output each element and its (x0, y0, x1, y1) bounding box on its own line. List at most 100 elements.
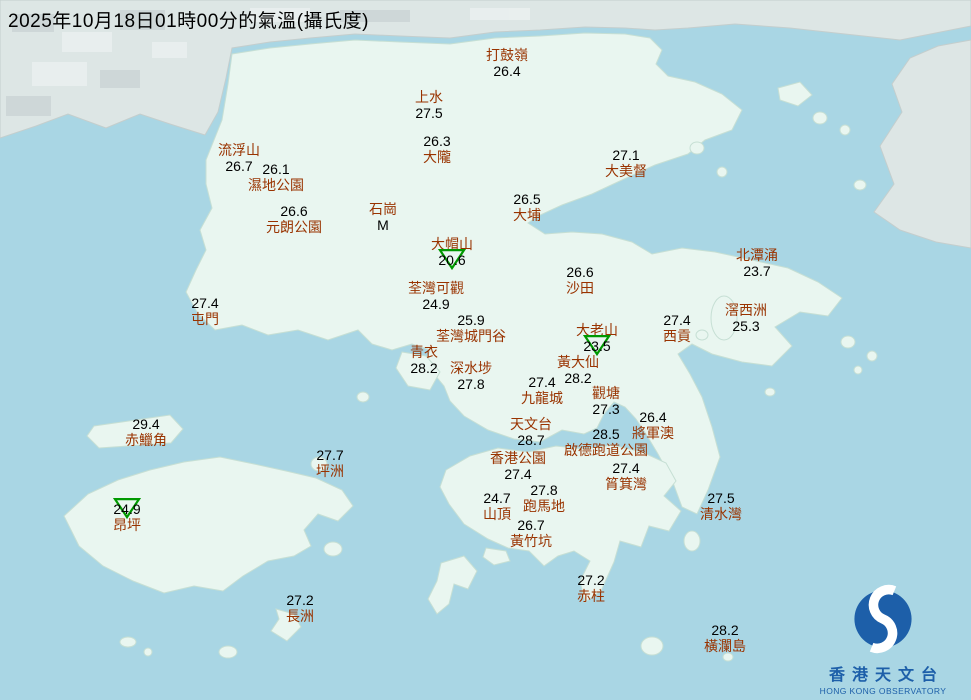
station-name: 清水灣 (700, 506, 742, 522)
temperature-map: 2025年10月18日01時00分的氣溫(攝氏度) 打鼓嶺26.4上水27.52… (0, 0, 971, 700)
station-山頂: 24.7山頂 (483, 490, 511, 522)
station-name: 香港公園 (490, 450, 546, 466)
station-name: 長洲 (286, 608, 314, 624)
station-temperature: 26.7 (510, 517, 552, 533)
station-坪洲: 27.7坪洲 (316, 447, 344, 479)
station-temperature: 26.6 (266, 203, 322, 219)
station-香港公園: 香港公園27.4 (490, 450, 546, 482)
station-temperature: 27.3 (592, 401, 620, 417)
station-temperature: 27.4 (521, 374, 563, 390)
station-name: 昂坪 (113, 517, 141, 533)
station-黃大仙: 黃大仙28.2 (557, 354, 599, 386)
station-name: 青衣 (410, 344, 438, 360)
station-temperature: 28.2 (704, 622, 746, 638)
station-元朗公園: 26.6元朗公園 (266, 203, 322, 235)
station-name: 荃灣可觀 (408, 280, 464, 296)
station-temperature: 27.7 (316, 447, 344, 463)
station-屯門: 27.4屯門 (191, 295, 219, 327)
station-name: 西貢 (663, 328, 691, 344)
station-name: 流浮山 (218, 142, 260, 158)
station-name: 山頂 (483, 506, 511, 522)
station-西貢: 27.4西貢 (663, 312, 691, 344)
station-name: 濕地公園 (248, 177, 304, 193)
station-昂坪: 24.9昂坪 (113, 501, 141, 533)
station-name: 屯門 (191, 311, 219, 327)
station-name: 大隴 (423, 149, 451, 165)
station-將軍澳: 26.4將軍澳 (632, 409, 674, 441)
station-大埔: 26.5大埔 (513, 191, 541, 223)
station-temperature: 26.5 (513, 191, 541, 207)
station-temperature: 27.2 (577, 572, 605, 588)
station-大隴: 26.3大隴 (423, 133, 451, 165)
logo-title-zh: 香港天文台 (803, 661, 963, 685)
station-name: 觀塘 (592, 385, 620, 401)
station-name: 沙田 (566, 280, 594, 296)
station-赤柱: 27.2赤柱 (577, 572, 605, 604)
station-temperature: 29.4 (125, 416, 167, 432)
station-name: 大美督 (605, 163, 647, 179)
station-荃灣城門谷: 25.9荃灣城門谷 (436, 312, 506, 344)
station-name: 深水埗 (450, 360, 492, 376)
station-name: 跑馬地 (523, 498, 565, 514)
station-temperature: 28.2 (410, 360, 438, 376)
station-青衣: 青衣28.2 (410, 344, 438, 376)
station-name: 赤柱 (577, 588, 605, 604)
station-name: 九龍城 (521, 390, 563, 406)
station-天文台: 天文台28.7 (510, 416, 552, 448)
station-temperature: 27.5 (415, 105, 443, 121)
logo-title-en: HONG KONG OBSERVATORY (803, 686, 963, 696)
station-temperature: 24.9 (408, 296, 464, 312)
station-大美督: 27.1大美督 (605, 147, 647, 179)
station-name: 荃灣城門谷 (436, 328, 506, 344)
station-黃竹坑: 26.7黃竹坑 (510, 517, 552, 549)
station-name: 黃大仙 (557, 354, 599, 370)
station-石崗: 石崗M (369, 201, 397, 233)
station-name: 坪洲 (316, 463, 344, 479)
station-打鼓嶺: 打鼓嶺26.4 (486, 47, 528, 79)
station-大老山: 大老山23.5 (576, 322, 618, 354)
station-temperature: 26.3 (423, 133, 451, 149)
station-濕地公園: 26.1濕地公園 (248, 161, 304, 193)
station-temperature: 27.2 (286, 592, 314, 608)
station-temperature: 26.6 (566, 264, 594, 280)
station-temperature: 20.6 (431, 252, 473, 268)
station-name: 上水 (415, 89, 443, 105)
station-name: 將軍澳 (632, 425, 674, 441)
station-赤鱲角: 29.4赤鱲角 (125, 416, 167, 448)
station-temperature: 27.8 (523, 482, 565, 498)
station-橫瀾島: 28.2橫瀾島 (704, 622, 746, 654)
hko-logo: 香港天文台 HONG KONG OBSERVATORY (803, 579, 963, 696)
station-name: 赤鱲角 (125, 432, 167, 448)
station-temperature: 24.9 (113, 501, 141, 517)
station-筲箕灣: 27.4筲箕灣 (605, 460, 647, 492)
station-temperature: 28.7 (510, 432, 552, 448)
station-temperature: 24.7 (483, 490, 511, 506)
station-temperature: 23.7 (736, 263, 778, 279)
station-清水灣: 27.5清水灣 (700, 490, 742, 522)
station-temperature: 26.4 (632, 409, 674, 425)
station-temperature: 26.1 (248, 161, 304, 177)
station-沙田: 26.6沙田 (566, 264, 594, 296)
station-temperature: 27.8 (450, 376, 492, 392)
station-深水埗: 深水埗27.8 (450, 360, 492, 392)
station-temperature: 27.4 (605, 460, 647, 476)
station-name: 滘西洲 (725, 302, 767, 318)
station-temperature: 27.4 (663, 312, 691, 328)
station-name: 石崗 (369, 201, 397, 217)
station-temperature: 23.5 (576, 338, 618, 354)
station-temperature: M (369, 217, 397, 233)
station-荃灣可觀: 荃灣可觀24.9 (408, 280, 464, 312)
station-name: 天文台 (510, 416, 552, 432)
station-temperature: 27.4 (191, 295, 219, 311)
station-name: 北潭涌 (736, 247, 778, 263)
station-九龍城: 27.4九龍城 (521, 374, 563, 406)
observatory-logo-icon (843, 579, 923, 659)
station-上水: 上水27.5 (415, 89, 443, 121)
station-name: 大埔 (513, 207, 541, 223)
station-大帽山: 大帽山20.6 (431, 236, 473, 268)
station-跑馬地: 27.8跑馬地 (523, 482, 565, 514)
station-長洲: 27.2長洲 (286, 592, 314, 624)
station-北潭涌: 北潭涌23.7 (736, 247, 778, 279)
station-觀塘: 觀塘27.3 (592, 385, 620, 417)
station-temperature: 26.4 (486, 63, 528, 79)
